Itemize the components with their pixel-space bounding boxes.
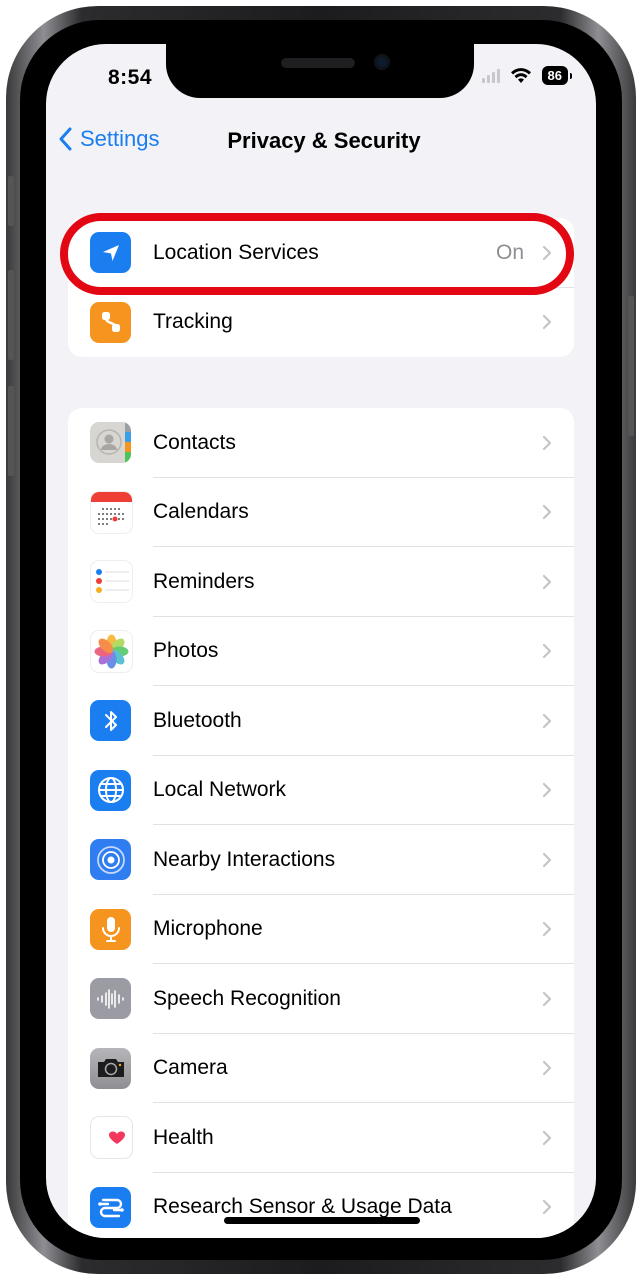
tracking-icon — [90, 301, 131, 343]
reminders-row[interactable]: Reminders — [68, 547, 574, 617]
location-tracking-group: Location Services On Tracking — [68, 218, 574, 357]
row-label: Microphone — [153, 917, 263, 941]
wifi-icon — [510, 67, 531, 83]
contacts-row[interactable]: Contacts — [68, 408, 574, 478]
row-label: Speech Recognition — [153, 986, 341, 1010]
camera-icon — [90, 1047, 131, 1089]
bluetooth-row[interactable]: Bluetooth — [68, 686, 574, 756]
research-sensor-row[interactable]: Research Sensor & Usage Data — [68, 1173, 574, 1239]
camera-row[interactable]: Camera — [68, 1034, 574, 1103]
location-arrow-icon — [90, 232, 131, 274]
heart-icon — [90, 1116, 133, 1160]
photos-row[interactable]: Photos — [68, 617, 574, 686]
speech-recognition-row[interactable]: Speech Recognition — [68, 964, 574, 1034]
battery-indicator: 86 — [541, 66, 573, 85]
row-label: Contacts — [153, 430, 236, 454]
front-camera — [374, 54, 390, 70]
row-label: Location Services — [153, 240, 319, 264]
row-label: Local Network — [153, 778, 287, 802]
chevron-right-icon — [542, 991, 552, 1006]
notch — [166, 44, 474, 98]
row-label: Reminders — [153, 569, 255, 593]
chevron-right-icon — [542, 1130, 552, 1145]
screen: 8:54 86 Settings Privacy & Security Loca… — [46, 44, 596, 1238]
reminders-icon — [90, 560, 133, 604]
app-permissions-group: Contacts Calendars Reminders Photos Blue… — [68, 408, 574, 1238]
row-label: Health — [153, 1125, 214, 1149]
research-icon — [90, 1186, 131, 1228]
chevron-right-icon — [542, 783, 552, 798]
globe-icon — [90, 769, 131, 811]
status-icons: 86 — [481, 66, 573, 85]
tracking-row[interactable]: Tracking — [68, 288, 574, 358]
page-title: Privacy & Security — [227, 128, 421, 153]
row-label: Tracking — [153, 310, 233, 334]
mute-switch — [8, 176, 14, 226]
power-button — [628, 296, 634, 436]
waveform-icon — [90, 978, 131, 1020]
row-label: Camera — [153, 1056, 228, 1080]
chevron-right-icon — [542, 505, 552, 520]
nearby-interactions-row[interactable]: Nearby Interactions — [68, 825, 574, 895]
speaker — [281, 58, 355, 68]
row-label: Bluetooth — [153, 708, 242, 732]
contacts-icon — [90, 422, 131, 464]
row-label: Photos — [153, 639, 219, 663]
calendars-row[interactable]: Calendars — [68, 478, 574, 547]
chevron-right-icon — [542, 574, 552, 589]
chevron-right-icon — [542, 1061, 552, 1076]
chevron-right-icon — [542, 713, 552, 728]
chevron-right-icon — [542, 644, 552, 659]
volume-up-button — [8, 270, 14, 360]
chevron-right-icon — [542, 315, 552, 330]
status-time: 8:54 — [108, 66, 153, 89]
row-label: Calendars — [153, 500, 249, 524]
microphone-icon — [90, 908, 131, 950]
nearby-interactions-icon — [90, 839, 131, 881]
volume-down-button — [8, 386, 14, 476]
calendar-icon — [90, 490, 133, 534]
chevron-right-icon — [542, 1200, 552, 1215]
row-label: Research Sensor & Usage Data — [153, 1195, 452, 1219]
chevron-right-icon — [542, 852, 552, 867]
health-row[interactable]: Health — [68, 1103, 574, 1173]
photos-icon — [90, 629, 133, 673]
home-indicator[interactable] — [224, 1217, 420, 1224]
row-label: Nearby Interactions — [153, 847, 336, 871]
cellular-signal-icon — [481, 68, 500, 83]
row-value: On — [495, 240, 524, 264]
local-network-row[interactable]: Local Network — [68, 756, 574, 825]
location-services-row[interactable]: Location Services On — [68, 218, 574, 288]
chevron-right-icon — [542, 435, 552, 450]
chevron-right-icon — [542, 922, 552, 937]
chevron-right-icon — [542, 245, 552, 260]
navigation-bar: Settings Privacy & Security — [46, 122, 596, 162]
bluetooth-icon — [90, 700, 131, 742]
microphone-row[interactable]: Microphone — [68, 895, 574, 964]
